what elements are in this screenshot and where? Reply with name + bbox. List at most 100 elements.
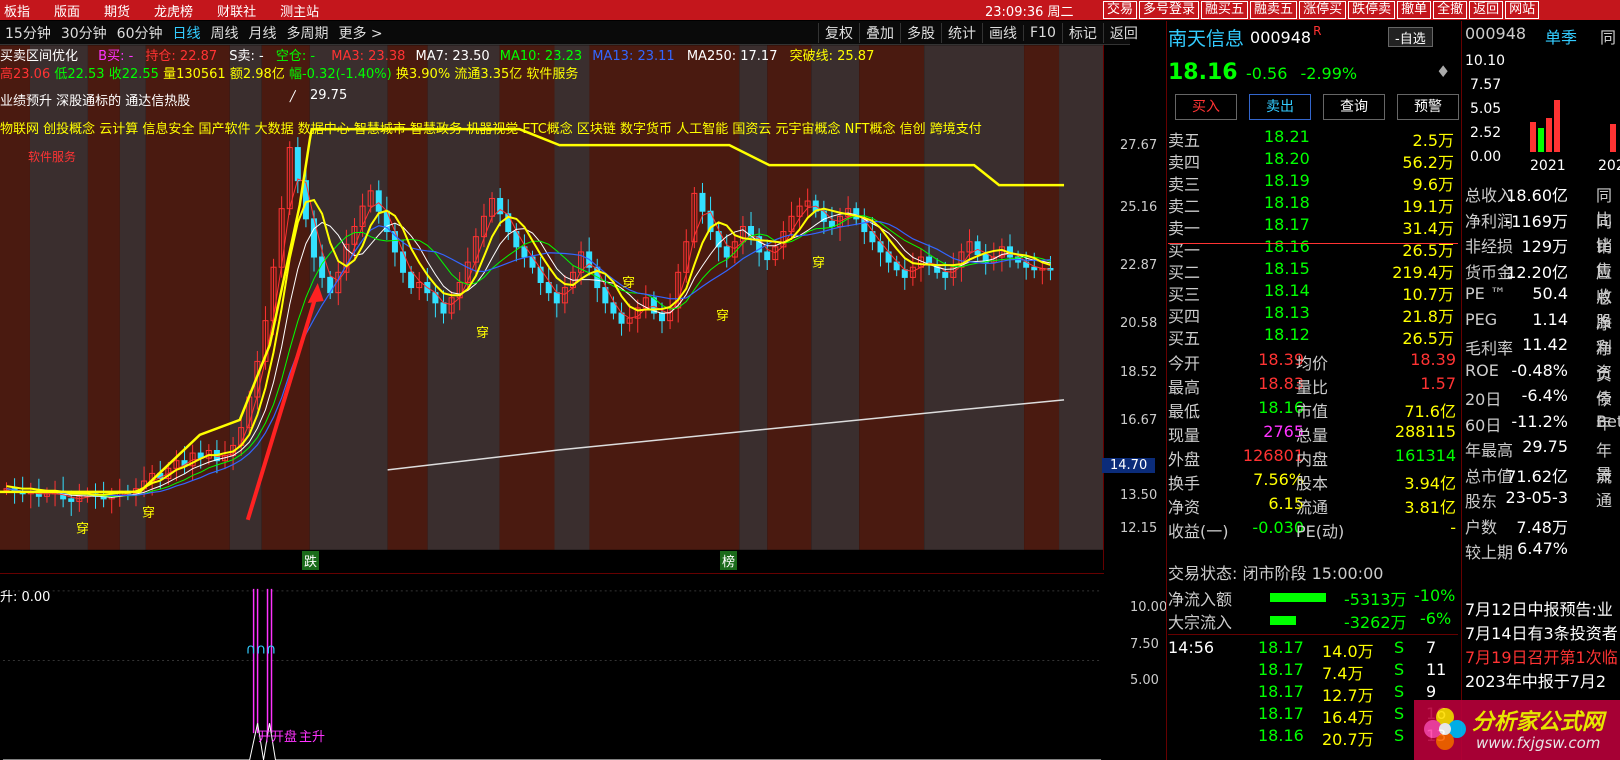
cancel-order-button[interactable]: 撤单 bbox=[1397, 1, 1432, 19]
f10-button[interactable]: F10 bbox=[1023, 25, 1062, 41]
menu-item[interactable]: 期货 bbox=[104, 1, 130, 20]
statistics-button[interactable]: 统计 bbox=[941, 23, 982, 43]
tab-multi-period[interactable]: 多周期 bbox=[286, 23, 328, 43]
finance-code: 000948 bbox=[1465, 24, 1527, 43]
indicator-name: 买卖区间优化 bbox=[0, 49, 79, 64]
return-button[interactable]: 返回 bbox=[1102, 23, 1144, 43]
mini-bar bbox=[1610, 124, 1616, 152]
tab-daily[interactable]: 日线 bbox=[172, 23, 200, 43]
watchlist-select[interactable]: -自选 bbox=[1388, 27, 1433, 47]
news-item[interactable]: 7月14日有3条投资者 bbox=[1465, 620, 1618, 644]
menu-item[interactable]: 版面 bbox=[54, 1, 80, 20]
ohlc-line: 高23.06 低22.53 收22.55 量130561 额2.98亿 幅-0.… bbox=[0, 63, 1104, 82]
stat-label: 流通 bbox=[1296, 498, 1329, 517]
netflow-label: 净流入额 bbox=[1168, 590, 1233, 609]
book-volume: 2.5万 bbox=[1412, 131, 1454, 150]
finance-label: 年最高 bbox=[1465, 441, 1514, 460]
finance-label: 60日 bbox=[1465, 415, 1502, 435]
finance-value: 29.75 bbox=[1522, 437, 1568, 456]
draw-line-button[interactable]: 画线 bbox=[982, 23, 1023, 43]
candle bbox=[375, 190, 382, 212]
website-button[interactable]: 网站 bbox=[1505, 1, 1540, 19]
book-row: 买一 18.16 26.5万 bbox=[1168, 237, 1458, 260]
adjust-button[interactable]: 复权 bbox=[818, 23, 859, 43]
menu-item[interactable]: 板指 bbox=[4, 1, 30, 20]
ma250-value: MA250: 17.17 bbox=[686, 49, 778, 64]
tab-15min[interactable]: 15分钟 bbox=[5, 23, 51, 43]
top-buttons: 交易 多号登录 融买五 融卖五 涨停买 跌停卖 撤单 全撤 返回 网站 bbox=[1103, 1, 1541, 19]
stat-label: 内盘 bbox=[1296, 450, 1329, 469]
finance-value: 12.20亿 bbox=[1506, 262, 1568, 282]
finance-label: 户数 bbox=[1465, 517, 1498, 537]
float-value: 流通3.35亿 bbox=[454, 67, 523, 82]
limit-down-sell-button[interactable]: 跌停卖 bbox=[1348, 1, 1396, 19]
mini-y-tick: 0.00 bbox=[1470, 149, 1502, 165]
lower-mark-main-rise: 主升 bbox=[299, 730, 326, 745]
book-price: 18.19 bbox=[1264, 171, 1310, 190]
book-label: 买三 bbox=[1168, 285, 1201, 304]
tick-price: 18.17 bbox=[1258, 638, 1304, 657]
tab-weekly[interactable]: 周线 bbox=[210, 23, 238, 43]
y-tick: 13.50 bbox=[1120, 488, 1158, 503]
menu-item[interactable]: 财联社 bbox=[217, 1, 256, 20]
ma13-value: MA13: 23.11 bbox=[592, 49, 675, 64]
low-value: 低22.53 bbox=[54, 67, 105, 82]
menu-item[interactable]: 龙虎榜 bbox=[154, 1, 193, 20]
finance-value: 11.42 bbox=[1522, 335, 1568, 354]
sell-button[interactable]: 卖出 bbox=[1249, 94, 1311, 120]
book-volume: 9.6万 bbox=[1412, 175, 1454, 194]
finance-label: 非经损 bbox=[1465, 237, 1514, 256]
tab-60min[interactable]: 60分钟 bbox=[117, 23, 163, 43]
bigflow-percent: -6% bbox=[1420, 609, 1452, 628]
mini-bar bbox=[1530, 122, 1536, 152]
bigflow-value: -3262万 bbox=[1344, 613, 1407, 632]
tick-count: 9 bbox=[1426, 682, 1437, 701]
stat-label: 净资 bbox=[1168, 498, 1201, 517]
stat-value: 161314 bbox=[1394, 446, 1456, 465]
alert-button[interactable]: 预警 bbox=[1397, 94, 1459, 120]
news-item[interactable]: 2023年中报于7月2 bbox=[1465, 668, 1606, 692]
season-tab-2[interactable]: 同 bbox=[1600, 24, 1616, 48]
multi-login-button[interactable]: 多号登录 bbox=[1139, 1, 1200, 19]
mark-button[interactable]: 标记 bbox=[1061, 23, 1103, 43]
stat-label: 现量 bbox=[1168, 426, 1201, 445]
candle bbox=[302, 180, 309, 220]
watermark-logo: 分析家公式网 www.fxjgsw.com bbox=[1414, 700, 1620, 760]
news-item[interactable]: 7月19日召开第1次临 bbox=[1465, 644, 1618, 668]
book-row: 卖四 18.20 56.2万 bbox=[1168, 149, 1458, 172]
news-item[interactable]: 7月12日中报预告:业 bbox=[1465, 596, 1613, 620]
lower-indicator-label: 升: 0.00 bbox=[0, 590, 51, 605]
stat-label: 均价 bbox=[1296, 354, 1329, 373]
margin-buy-button[interactable]: 融买五 bbox=[1201, 1, 1249, 19]
cancel-all-button[interactable]: 全撤 bbox=[1433, 1, 1468, 19]
book-row: 买二 18.15 219.4万 bbox=[1168, 259, 1458, 282]
ma7-value: MA7: 23.50 bbox=[415, 49, 490, 64]
lower-mark-open: 开 bbox=[258, 730, 272, 745]
back-button[interactable]: 返回 bbox=[1469, 1, 1504, 19]
menu-item[interactable]: 测主站 bbox=[280, 1, 319, 20]
season-tab[interactable]: 单季 bbox=[1545, 24, 1577, 48]
margin-sell-button[interactable]: 融卖五 bbox=[1250, 1, 1298, 19]
overlay-button[interactable]: 叠加 bbox=[859, 23, 900, 43]
finance-label: 毛利率 bbox=[1465, 339, 1514, 358]
tab-more[interactable]: 更多 > bbox=[338, 23, 382, 43]
lower-mark-open-plate: 开盘 bbox=[271, 730, 298, 745]
book-price: 18.16 bbox=[1264, 237, 1310, 256]
tab-30min[interactable]: 30分钟 bbox=[61, 23, 107, 43]
finance-value: 129万 bbox=[1521, 237, 1568, 256]
lower-indicator-chart[interactable]: ∩∩∩ bbox=[0, 573, 1104, 760]
tick-count: 7 bbox=[1426, 638, 1437, 657]
query-button[interactable]: 查询 bbox=[1323, 94, 1385, 120]
book-label: 卖一 bbox=[1168, 219, 1201, 238]
trade-button[interactable]: 交易 bbox=[1103, 1, 1138, 19]
finance-value: -0.48% bbox=[1511, 360, 1568, 380]
multi-stock-button[interactable]: 多股 bbox=[900, 23, 941, 43]
finance-value: 6.47% bbox=[1517, 539, 1568, 558]
lower-tick: 7.50 bbox=[1130, 637, 1159, 652]
limit-up-buy-button[interactable]: 涨停买 bbox=[1299, 1, 1347, 19]
buy-button[interactable]: 买入 bbox=[1175, 94, 1237, 120]
tab-monthly[interactable]: 月线 bbox=[248, 23, 276, 43]
turnover-value: 换3.90% bbox=[395, 67, 451, 82]
tick-time: 14:56 bbox=[1168, 638, 1215, 657]
bell-icon[interactable]: ♦ bbox=[1436, 62, 1450, 81]
